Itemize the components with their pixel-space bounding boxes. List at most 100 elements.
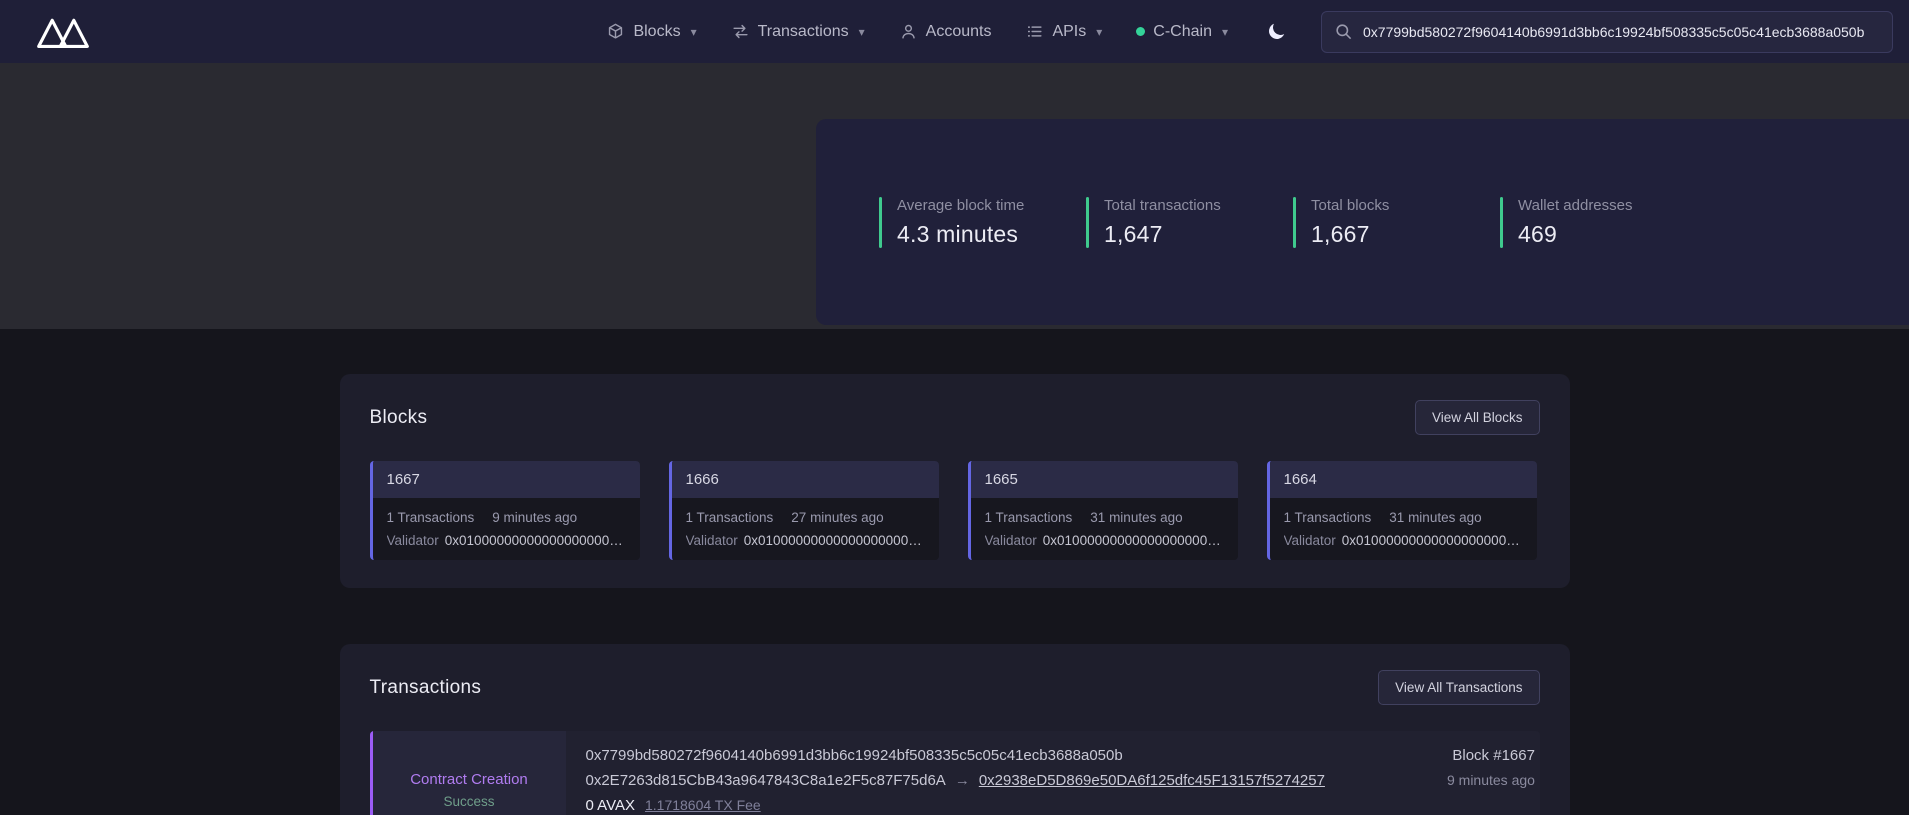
block-card[interactable]: 1667 1 Transactions 9 minutes ago Valida… <box>370 461 640 560</box>
block-meta: 1 Transactions 31 minutes ago <box>985 510 1224 525</box>
block-meta: 1 Transactions 9 minutes ago <box>387 510 626 525</box>
block-tx-count: 1 Transactions <box>686 510 774 525</box>
transactions-section-header: Transactions View All Transactions <box>370 670 1540 705</box>
block-time: 31 minutes ago <box>1090 510 1182 525</box>
block-time: 9 minutes ago <box>492 510 577 525</box>
nav-item-label: Blocks <box>633 23 680 41</box>
nav-item-accounts[interactable]: Accounts <box>899 22 992 41</box>
block-number: 1667 <box>373 461 640 498</box>
block-card-body: 1 Transactions 27 minutes ago Validator … <box>672 498 939 560</box>
block-validator: Validator 0x0100000000000000000000000... <box>686 533 925 548</box>
arrow-right-icon: → <box>955 772 970 789</box>
stat-value: 4.3 minutes <box>897 221 1024 248</box>
transaction-amount-line: 0 AVAX 1.1718604 TX Fee <box>586 797 1325 814</box>
stat-label: Total blocks <box>1311 197 1389 214</box>
swap-arrows-icon <box>731 22 750 41</box>
validator-address: 0x0100000000000000000000000... <box>1342 533 1523 548</box>
theme-toggle-button[interactable] <box>1266 21 1287 42</box>
transaction-addresses: 0x2E7263d815CbB43a9647843C8a1e2F5c87F75d… <box>586 772 1325 789</box>
stat-label: Total transactions <box>1104 197 1221 214</box>
stat-label: Wallet addresses <box>1518 197 1633 214</box>
stat-accent-bar <box>1293 197 1296 248</box>
block-number: 1664 <box>1270 461 1537 498</box>
block-number: 1666 <box>672 461 939 498</box>
chevron-down-icon: ▾ <box>691 25 697 39</box>
block-time: 27 minutes ago <box>791 510 883 525</box>
moon-icon <box>1266 21 1287 42</box>
avalanche-logo-icon <box>34 14 92 50</box>
chevron-down-icon: ▾ <box>859 25 865 39</box>
block-number: 1665 <box>971 461 1238 498</box>
transaction-fee: 1.1718604 TX Fee <box>645 797 761 813</box>
search-input[interactable] <box>1363 24 1880 40</box>
transaction-amount: 0 AVAX <box>586 797 635 814</box>
blocks-row: 1667 1 Transactions 9 minutes ago Valida… <box>370 461 1540 560</box>
stat-value: 1,647 <box>1104 221 1221 248</box>
block-tx-count: 1 Transactions <box>1284 510 1372 525</box>
block-card[interactable]: 1665 1 Transactions 31 minutes ago Valid… <box>968 461 1238 560</box>
validator-label: Validator <box>1284 533 1336 548</box>
transaction-hash-link[interactable]: 0x7799bd580272f9604140b6991d3bb6c19924bf… <box>586 747 1325 764</box>
stat-accent-bar <box>1500 197 1503 248</box>
top-navbar: Blocks ▾ Transactions ▾ Accounts APIs ▾ … <box>0 0 1909 63</box>
transaction-block-link[interactable]: Block #1667 <box>1452 747 1535 764</box>
block-meta: 1 Transactions 27 minutes ago <box>686 510 925 525</box>
stat-total-transactions: Total transactions 1,647 <box>1086 197 1236 248</box>
transactions-section: Transactions View All Transactions Contr… <box>340 644 1570 815</box>
block-validator: Validator 0x0100000000000000000000000... <box>387 533 626 548</box>
nav-item-chain-selector[interactable]: C-Chain ▾ <box>1136 23 1228 41</box>
nav-item-apis[interactable]: APIs ▾ <box>1025 22 1102 41</box>
block-validator: Validator 0x0100000000000000000000000... <box>985 533 1224 548</box>
search-icon <box>1334 22 1353 41</box>
network-stats-panel: Average block time 4.3 minutes Total tra… <box>816 119 1909 325</box>
transaction-row: Contract Creation Success 0x7799bd580272… <box>370 731 1540 815</box>
view-all-blocks-button[interactable]: View All Blocks <box>1415 400 1540 435</box>
search-box <box>1321 11 1893 53</box>
transaction-status-cell: Contract Creation Success <box>370 731 566 815</box>
stat-label: Average block time <box>897 197 1024 214</box>
nav-item-label: Accounts <box>926 23 992 41</box>
block-time: 31 minutes ago <box>1389 510 1481 525</box>
validator-label: Validator <box>985 533 1037 548</box>
block-tx-count: 1 Transactions <box>985 510 1073 525</box>
transaction-time: 9 minutes ago <box>1447 772 1535 788</box>
blocks-section-header: Blocks View All Blocks <box>370 400 1540 435</box>
blocks-section: Blocks View All Blocks 1667 1 Transactio… <box>340 374 1570 588</box>
stat-value: 1,667 <box>1311 221 1389 248</box>
to-address-link[interactable]: 0x2938eD5D869e50DA6f125dfc45F13157f52742… <box>979 772 1325 789</box>
transaction-type: Contract Creation <box>410 771 528 788</box>
nav-item-blocks[interactable]: Blocks ▾ <box>606 22 696 41</box>
validator-address: 0x0100000000000000000000000... <box>1043 533 1224 548</box>
nav-item-transactions[interactable]: Transactions ▾ <box>731 22 865 41</box>
hero-section: Average block time 4.3 minutes Total tra… <box>0 63 1909 329</box>
block-card[interactable]: 1664 1 Transactions 31 minutes ago Valid… <box>1267 461 1537 560</box>
transaction-status-badge: Success <box>443 794 494 809</box>
nav-item-label: Transactions <box>758 23 849 41</box>
block-tx-count: 1 Transactions <box>387 510 475 525</box>
block-card-body: 1 Transactions 9 minutes ago Validator 0… <box>373 498 640 560</box>
stat-value: 469 <box>1518 221 1633 248</box>
transaction-details: 0x7799bd580272f9604140b6991d3bb6c19924bf… <box>566 731 1345 815</box>
avalanche-logo[interactable] <box>34 14 92 50</box>
stat-wallet-addresses: Wallet addresses 469 <box>1500 197 1650 248</box>
view-all-transactions-button[interactable]: View All Transactions <box>1378 670 1539 705</box>
cube-icon <box>606 22 625 41</box>
list-icon <box>1025 22 1044 41</box>
chevron-down-icon: ▾ <box>1096 25 1102 39</box>
stat-accent-bar <box>1086 197 1089 248</box>
stat-average-block-time: Average block time 4.3 minutes <box>879 197 1029 248</box>
chain-status-dot-icon <box>1136 27 1145 36</box>
chevron-down-icon: ▾ <box>1222 25 1228 39</box>
block-card[interactable]: 1666 1 Transactions 27 minutes ago Valid… <box>669 461 939 560</box>
person-icon <box>899 22 918 41</box>
validator-label: Validator <box>686 533 738 548</box>
validator-label: Validator <box>387 533 439 548</box>
stat-accent-bar <box>879 197 882 248</box>
blocks-section-title: Blocks <box>370 407 428 429</box>
validator-address: 0x0100000000000000000000000... <box>744 533 925 548</box>
block-validator: Validator 0x0100000000000000000000000... <box>1284 533 1523 548</box>
from-address: 0x2E7263d815CbB43a9647843C8a1e2F5c87F75d… <box>586 772 946 789</box>
block-card-body: 1 Transactions 31 minutes ago Validator … <box>971 498 1238 560</box>
validator-address: 0x0100000000000000000000000... <box>445 533 626 548</box>
nav-item-label: APIs <box>1052 23 1086 41</box>
